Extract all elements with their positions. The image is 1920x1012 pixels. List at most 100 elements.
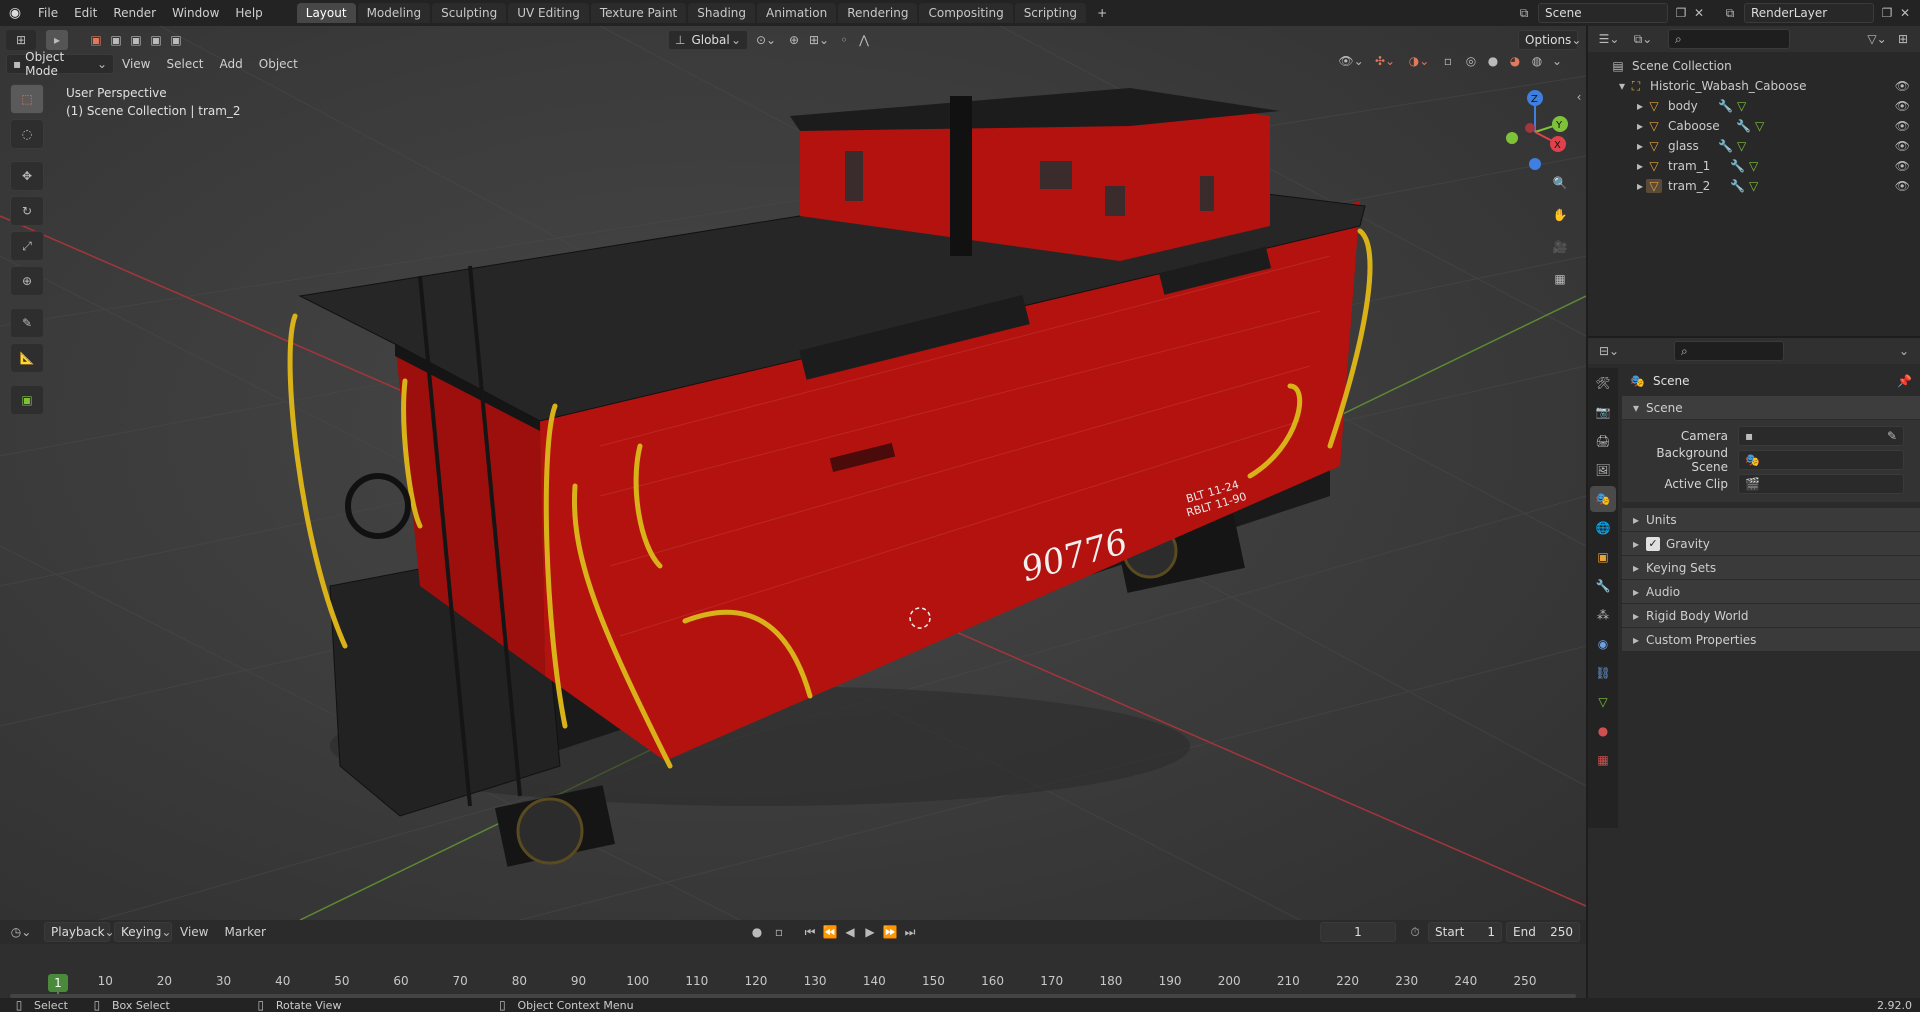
xray-toggle-icon[interactable]: ▫	[1438, 54, 1458, 68]
pin-icon[interactable]: 📌	[1897, 374, 1912, 388]
tab-data[interactable]: ▽	[1590, 689, 1616, 715]
expand-right-icon[interactable]: ▸	[1634, 179, 1646, 193]
tab-output[interactable]: 🖨	[1590, 428, 1616, 454]
view-layer-browse-icon[interactable]: ⧉	[1716, 6, 1744, 21]
tab-texture-paint[interactable]: Texture Paint	[590, 3, 687, 23]
tab-scene[interactable]: 🎭	[1590, 486, 1616, 512]
tab-texture[interactable]: ▦	[1590, 747, 1616, 773]
tab-physics[interactable]: ◉	[1590, 631, 1616, 657]
delete-scene-icon[interactable]: ✕	[1690, 6, 1708, 20]
play-icon[interactable]: ▶	[860, 925, 880, 939]
play-reverse-icon[interactable]: ◀	[840, 925, 860, 939]
gizmo-toggle-icon[interactable]: ✣⌄	[1370, 54, 1400, 68]
delete-view-layer-icon[interactable]: ✕	[1896, 6, 1914, 20]
filter-icon[interactable]: ▽⌄	[1862, 32, 1892, 46]
jump-next-keyframe-icon[interactable]: ⏩	[880, 925, 900, 939]
proportional-edit-icon[interactable]: ◦	[834, 33, 854, 47]
camera-field[interactable]: ▪ ✎	[1738, 426, 1904, 446]
tool-scale[interactable]: ⤢	[10, 231, 44, 261]
shading-options-icon[interactable]: ⌄	[1550, 54, 1564, 68]
select-mode-intersect-icon[interactable]: ▣	[166, 30, 186, 50]
visibility-eye-icon[interactable]: 👁	[1895, 119, 1910, 133]
view-layer-field[interactable]: RenderLayer	[1744, 3, 1874, 23]
sidebar-toggle-icon[interactable]: ‹	[1574, 90, 1584, 104]
overlays-toggle-icon[interactable]: ◑⌄	[1404, 54, 1434, 68]
select-mode-subtract-icon[interactable]: ▣	[126, 30, 146, 50]
tab-tool[interactable]: 🛠	[1590, 370, 1616, 396]
tab-modeling[interactable]: Modeling	[357, 3, 431, 23]
tab-view-layer[interactable]: 🖼	[1590, 457, 1616, 483]
tab-constraints[interactable]: ⛓	[1590, 660, 1616, 686]
scene-name-field[interactable]: Scene	[1538, 3, 1668, 23]
preview-range-icon[interactable]: ⏱	[1402, 925, 1428, 940]
snap-target-icon[interactable]: ⊞⌄	[804, 33, 834, 47]
outliner-editor-type-icon[interactable]: ☰⌄	[1594, 32, 1624, 46]
mode-dropdown[interactable]: ▪ Object Mode ⌄	[6, 50, 114, 78]
snap-icon[interactable]: ⊕	[784, 33, 804, 47]
start-frame-field[interactable]: Start 1	[1428, 922, 1502, 942]
visibility-eye-icon[interactable]: 👁	[1895, 139, 1910, 153]
timeline-editor-type-icon[interactable]: ◷⌄	[6, 925, 36, 939]
tool-transform[interactable]: ⊕	[10, 266, 44, 296]
pan-view-button[interactable]: ✋	[1547, 202, 1573, 228]
keyframe-options-icon[interactable]: ▫	[768, 925, 790, 939]
timeline-ruler[interactable]: 10 20 30 40 50 60 70 80 90 100 110 120 130 140 150 160 1…	[0, 944, 1586, 1000]
outliner-object-row[interactable]: ▸ ▽ tram_1 🔧 ▽ 👁	[1588, 156, 1920, 176]
viewport-menu-view[interactable]: View	[114, 54, 158, 74]
expand-right-icon[interactable]: ▸	[1634, 159, 1646, 173]
background-scene-field[interactable]: 🎭	[1738, 450, 1904, 470]
tool-rotate[interactable]: ↻	[10, 196, 44, 226]
select-mode-extend-icon[interactable]: ▣	[106, 30, 126, 50]
keying-dropdown[interactable]: Keying ⌄	[114, 922, 172, 942]
outliner-object-row-active[interactable]: ▸ ▽ tram_2 🔧 ▽ 👁	[1588, 176, 1920, 196]
navigation-gizmo[interactable]: Z Y X	[1490, 84, 1580, 184]
tab-render[interactable]: 📷	[1590, 399, 1616, 425]
timeline-menu-view[interactable]: View	[172, 922, 216, 942]
eyedropper-icon[interactable]: ✎	[1887, 429, 1897, 443]
3d-viewport[interactable]: 90776 BLT 11-24 RBLT 11-90 ⊞ ▸ ▣ ▣ ▣ ▣ ▣…	[0, 26, 1586, 920]
select-mode-invert-icon[interactable]: ▣	[146, 30, 166, 50]
visibility-eye-icon[interactable]: 👁	[1895, 159, 1910, 173]
expand-right-icon[interactable]: ▸	[1634, 119, 1646, 133]
tab-uv-editing[interactable]: UV Editing	[508, 3, 589, 23]
scene-browse-icon[interactable]: ⧉	[1510, 6, 1538, 21]
tab-object[interactable]: ▣	[1590, 544, 1616, 570]
zoom-view-button[interactable]: 🔍	[1547, 170, 1573, 196]
playback-dropdown[interactable]: Playback ⌄	[44, 922, 115, 942]
shading-wireframe-icon[interactable]: ◎	[1462, 54, 1480, 68]
editor-type-icon[interactable]: ⊞	[6, 30, 36, 50]
tool-move[interactable]: ✥	[10, 161, 44, 191]
add-workspace-button[interactable]: +	[1088, 3, 1116, 23]
units-panel[interactable]: ▸ Units	[1622, 508, 1920, 532]
active-clip-field[interactable]: 🎬	[1738, 474, 1904, 494]
outliner-object-row[interactable]: ▸ ▽ body 🔧 ▽ 👁	[1588, 96, 1920, 116]
viewport-menu-select[interactable]: Select	[158, 54, 211, 74]
outliner-search-input[interactable]: ⌕	[1668, 29, 1790, 49]
proportional-falloff-icon[interactable]: ⋀	[854, 33, 874, 47]
select-tool-icon[interactable]: ▸	[46, 30, 68, 50]
scene-panel-header[interactable]: ▾ Scene	[1622, 396, 1920, 420]
tool-add-cube[interactable]: ▣	[10, 385, 44, 415]
keying-sets-panel[interactable]: ▸ Keying Sets	[1622, 556, 1920, 580]
visibility-eye-icon[interactable]: 👁	[1895, 99, 1910, 113]
new-view-layer-icon[interactable]: ❐	[1878, 6, 1896, 20]
new-scene-icon[interactable]: ❐	[1672, 6, 1690, 20]
playhead[interactable]: 1	[48, 974, 68, 992]
outliner-object-row[interactable]: ▸ ▽ glass 🔧 ▽ 👁	[1588, 136, 1920, 156]
expand-down-icon[interactable]: ▾	[1616, 79, 1628, 93]
jump-end-icon[interactable]: ⏭	[900, 925, 920, 940]
gravity-panel[interactable]: ▸ ✓ Gravity	[1622, 532, 1920, 556]
shading-rendered-icon[interactable]: ◍	[1528, 54, 1546, 68]
tab-particles[interactable]: ⁂	[1590, 602, 1616, 628]
gravity-checkbox[interactable]: ✓	[1646, 536, 1660, 551]
tab-world[interactable]: 🌐	[1590, 515, 1616, 541]
properties-editor-type-icon[interactable]: ⊟⌄	[1594, 344, 1624, 358]
tab-material[interactable]: ●	[1590, 718, 1616, 744]
current-frame-field[interactable]: 1	[1320, 922, 1396, 942]
tab-rendering[interactable]: Rendering	[838, 3, 918, 23]
tab-animation[interactable]: Animation	[757, 3, 837, 23]
blender-logo-icon[interactable]: ◉	[0, 0, 30, 26]
menu-window[interactable]: Window	[164, 0, 227, 26]
tab-scripting[interactable]: Scripting	[1014, 3, 1087, 23]
expand-right-icon[interactable]: ▸	[1634, 139, 1646, 153]
